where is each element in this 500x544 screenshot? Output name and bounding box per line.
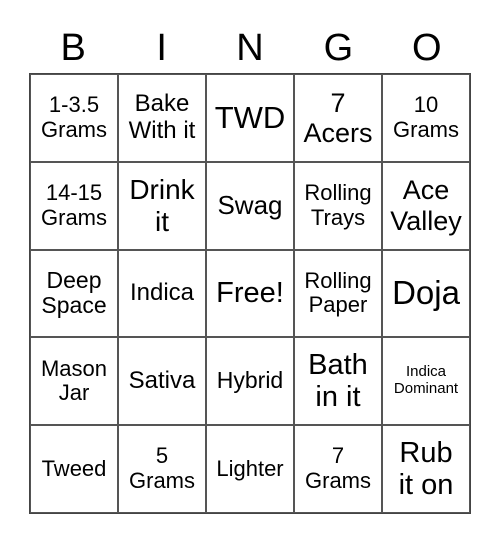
bingo-cell: Swag	[206, 161, 294, 250]
bingo-header: B I N G O	[29, 22, 471, 74]
bingo-cell: Indica	[118, 249, 206, 338]
bingo-cell: Indica Dominant	[382, 337, 470, 426]
bingo-cell: Mason Jar	[30, 337, 118, 426]
header-letter-i: I	[156, 27, 167, 69]
header-letter-g: G	[323, 27, 354, 69]
bingo-cell: 5 Grams	[118, 425, 206, 513]
bingo-cell: TWD	[206, 74, 294, 162]
bingo-grid: 1-3.5 Grams Bake With it TWD 7 Acers 10 Gram…	[29, 73, 471, 514]
bingo-cell: Sativa	[118, 337, 206, 426]
bingo-cell: Rolling Trays	[294, 161, 382, 250]
bingo-cell: 10 Grams	[382, 74, 470, 162]
header-letter-o: O	[412, 27, 442, 69]
header-letter-n: N	[236, 27, 264, 69]
bingo-cell: Rub it on	[382, 425, 470, 513]
bingo-cell: 7 Grams	[294, 425, 382, 513]
bingo-cell: 14-15 Grams	[30, 161, 118, 250]
bingo-cell: Lighter	[206, 425, 294, 513]
bingo-cell: Free!	[206, 249, 294, 338]
bingo-cell: Deep Space	[30, 249, 118, 338]
bingo-cell: Bake With it	[118, 74, 206, 162]
bingo-cell: 7 Acers	[294, 74, 382, 162]
bingo-cell: Hybrid	[206, 337, 294, 426]
bingo-cell: Bath in it	[294, 337, 382, 426]
bingo-cell: 1-3.5 Grams	[30, 74, 118, 162]
bingo-cell: Ace Valley	[382, 161, 470, 250]
header-letter-b: B	[60, 27, 86, 69]
bingo-cell: Rolling Paper	[294, 249, 382, 338]
bingo-cell: Doja	[382, 249, 470, 338]
bingo-cell: Tweed	[30, 425, 118, 513]
bingo-cell: Drink it	[118, 161, 206, 250]
